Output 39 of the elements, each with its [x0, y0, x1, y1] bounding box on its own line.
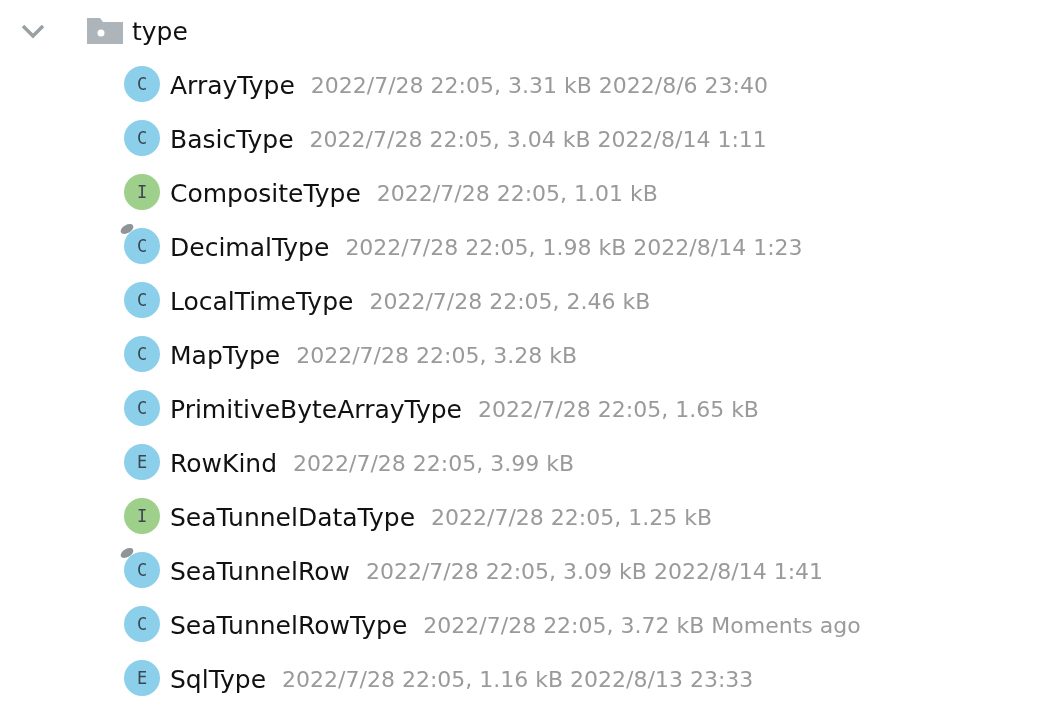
class-icon: C	[124, 606, 160, 642]
file-name[interactable]: LocalTimeType	[170, 286, 354, 316]
file-name[interactable]: RowKind	[170, 448, 278, 478]
file-info: 2022/7/28 22:05, 3.99 kB	[293, 450, 575, 476]
class-icon: C	[124, 390, 160, 426]
class-icon: C	[124, 552, 160, 588]
file-info: 2022/7/28 22:05, 1.65 kB	[477, 396, 759, 422]
file-name[interactable]: BasicType	[170, 124, 294, 154]
file-name[interactable]: SeaTunnelRowType	[170, 610, 408, 640]
file-name[interactable]: CompositeType	[170, 178, 361, 208]
interface-icon: I	[124, 174, 160, 210]
file-name[interactable]: SqlType	[170, 664, 267, 694]
class-icon: C	[124, 66, 160, 102]
file-name[interactable]: SeaTunnelDataType	[170, 502, 416, 532]
file-name[interactable]: SeaTunnelRow	[170, 556, 350, 586]
file-info: 2022/7/28 22:05, 2.46 kB	[369, 288, 651, 314]
file-name[interactable]: PrimitiveByteArrayType	[170, 394, 462, 424]
file-info: 2022/7/28 22:05, 3.72 kB Moments ago	[423, 612, 861, 638]
file-info: 2022/7/28 22:05, 1.16 kB 2022/8/13 23:33	[282, 666, 754, 692]
file-info: 2022/7/28 22:05, 3.31 kB 2022/8/6 23:40	[310, 72, 768, 98]
enum-icon: E	[124, 444, 160, 480]
file-info: 2022/7/28 22:05, 1.25 kB	[431, 504, 713, 530]
file-name[interactable]: MapType	[170, 340, 281, 370]
collapse-chevron-icon[interactable]	[20, 23, 46, 39]
file-info: 2022/7/28 22:05, 3.28 kB	[296, 342, 578, 368]
class-icon: C	[124, 228, 160, 264]
file-name[interactable]: DecimalType	[170, 232, 330, 262]
class-icon: C	[124, 336, 160, 372]
class-icon: C	[124, 282, 160, 318]
file-name[interactable]: ArrayType	[170, 70, 295, 100]
file-info: 2022/7/28 22:05, 1.01 kB	[376, 180, 658, 206]
file-info: 2022/7/28 22:05, 1.98 kB 2022/8/14 1:23	[345, 234, 803, 260]
enum-icon: E	[124, 660, 160, 696]
folder-name[interactable]: type	[132, 16, 188, 46]
class-icon: C	[124, 120, 160, 156]
file-info: 2022/7/28 22:05, 3.09 kB 2022/8/14 1:41	[365, 558, 824, 584]
interface-icon: I	[124, 498, 160, 534]
file-info: 2022/7/28 22:05, 3.04 kB 2022/8/14 1:11	[309, 126, 767, 152]
folder-icon	[86, 17, 124, 45]
